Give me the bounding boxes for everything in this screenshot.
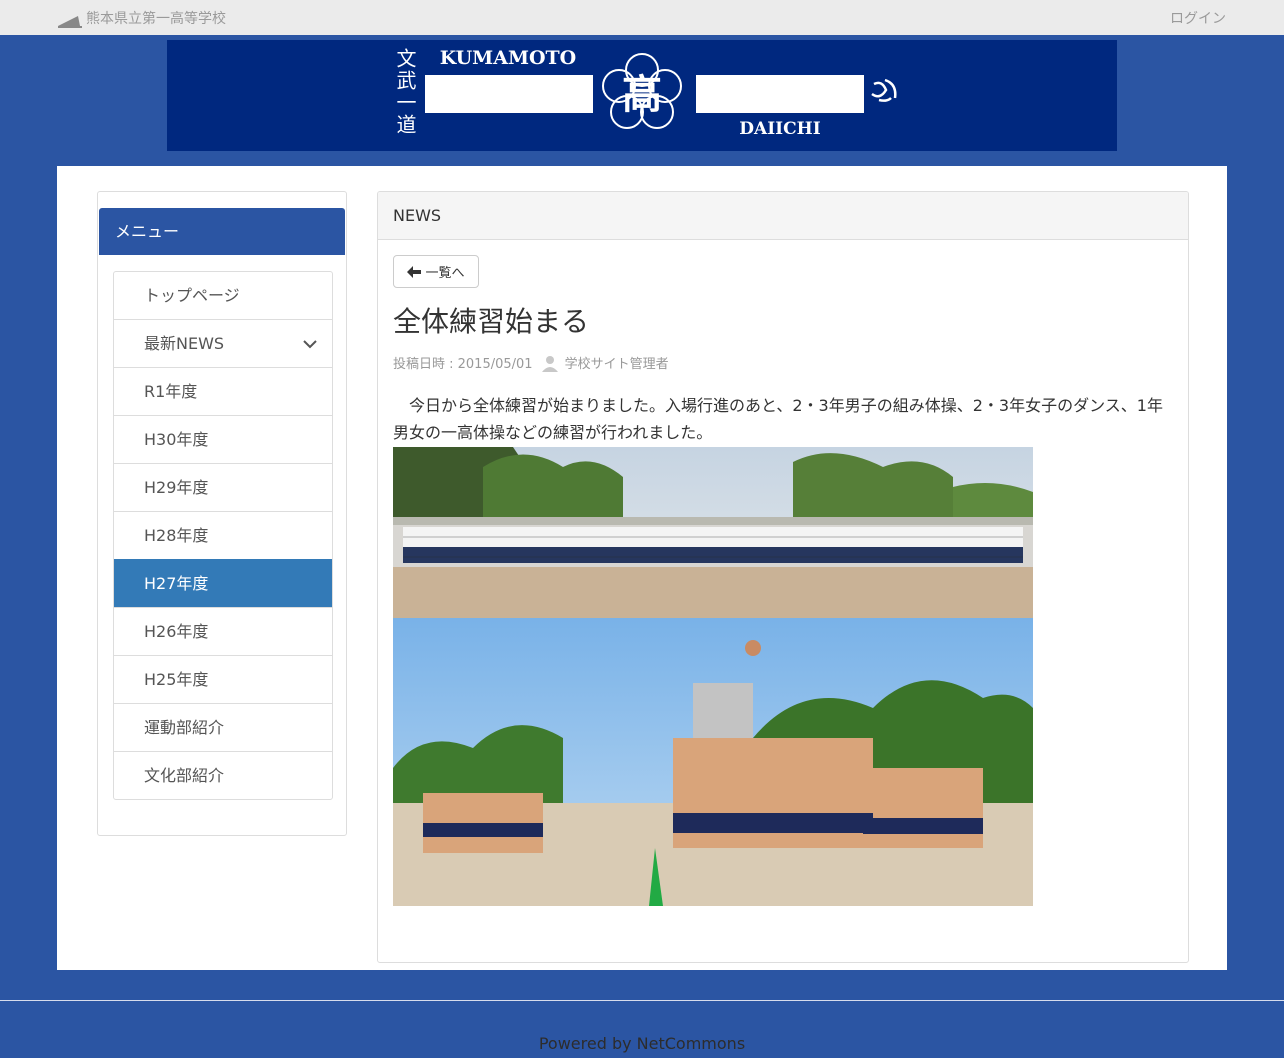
sidebar-item-h30[interactable]: H30年度 <box>114 415 332 463</box>
sidebar-item-label: H30年度 <box>144 430 209 449</box>
pyramid-photo <box>393 618 1033 906</box>
site-home-link[interactable]: 熊本県立第一高等学校 <box>58 8 226 28</box>
sidebar-item-latest-news[interactable]: 最新NEWS <box>114 319 332 367</box>
home-icon <box>58 16 82 28</box>
header-banner: 文武一道 KUMAMOTO DAIICHI 高 <box>167 40 1117 151</box>
banner-right-mark <box>871 78 897 102</box>
sidebar-menu: トップページ 最新NEWS R1年度 H30年度 H29年度 H28年度 H27… <box>113 271 333 800</box>
sidebar-item-h27[interactable]: H27年度 <box>114 559 332 607</box>
sidebar-item-sports-clubs[interactable]: 運動部紹介 <box>114 703 332 751</box>
back-label: 一覧へ <box>425 266 465 281</box>
banner-vertical-text: 文武一道 <box>393 48 417 136</box>
sidebar-item-r1[interactable]: R1年度 <box>114 367 332 415</box>
news-panel: NEWS 一覧へ 全体練習始まる 投稿日時 : 2015/05/01 学校サイト… <box>377 191 1189 963</box>
posted-date: 投稿日時 : 2015/05/01 <box>393 357 533 372</box>
chevron-down-icon[interactable] <box>302 336 318 352</box>
sidebar-item-label: R1年度 <box>144 382 198 401</box>
footer-powered-by[interactable]: Powered by NetCommons <box>0 1034 1284 1053</box>
sidebar-item-h25[interactable]: H25年度 <box>114 655 332 703</box>
article-title: 全体練習始まる <box>393 305 590 338</box>
login-link[interactable]: ログイン <box>1170 8 1226 28</box>
sidebar-item-label: トップページ <box>144 286 240 305</box>
sidebar-item-label: H27年度 <box>144 574 209 593</box>
sidebar-item-label: H29年度 <box>144 478 209 497</box>
main-area: メニュー トップページ 最新NEWS R1年度 H30年度 H29年度 H28年… <box>57 166 1227 970</box>
sidebar-item-h29[interactable]: H29年度 <box>114 463 332 511</box>
marching-photo <box>393 447 1033 618</box>
sidebar-item-label: H25年度 <box>144 670 209 689</box>
sidebar-item-label: H28年度 <box>144 526 209 545</box>
top-bar: 熊本県立第一高等学校 ログイン <box>0 0 1284 35</box>
arrow-left-icon <box>407 265 422 278</box>
sidebar-item-h26[interactable]: H26年度 <box>114 607 332 655</box>
sidebar-item-label: 運動部紹介 <box>144 718 225 737</box>
sidebar-item-label: 文化部紹介 <box>144 766 225 785</box>
sidebar-item-label: H26年度 <box>144 622 209 641</box>
panel-title: NEWS <box>378 192 1188 240</box>
site-name: 熊本県立第一高等学校 <box>86 11 226 27</box>
author-name: 学校サイト管理者 <box>564 357 669 372</box>
sidebar-item-label: 最新NEWS <box>144 334 225 353</box>
avatar <box>541 355 558 372</box>
footer-divider <box>0 1000 1284 1001</box>
sidebar-panel: メニュー トップページ 最新NEWS R1年度 H30年度 H29年度 H28年… <box>97 191 347 836</box>
sidebar-item-top[interactable]: トップページ <box>114 272 332 319</box>
sidebar-header: メニュー <box>99 208 345 255</box>
emblem-character: 高 <box>622 71 662 118</box>
sidebar-item-culture-clubs[interactable]: 文化部紹介 <box>114 751 332 799</box>
back-to-list-button[interactable]: 一覧へ <box>393 255 479 288</box>
sidebar-item-h28[interactable]: H28年度 <box>114 511 332 559</box>
article-meta: 投稿日時 : 2015/05/01 学校サイト管理者 <box>393 353 669 372</box>
banner-text-bottom: DAIICHI <box>739 119 820 139</box>
banner-text-top: KUMAMOTO <box>440 47 576 69</box>
banner-graphic: 文武一道 KUMAMOTO DAIICHI 高 <box>393 47 897 139</box>
article-body: 今日から全体練習が始まりました。入場行進のあと、2・3年男子の組み体操、2・3年… <box>393 396 1163 442</box>
